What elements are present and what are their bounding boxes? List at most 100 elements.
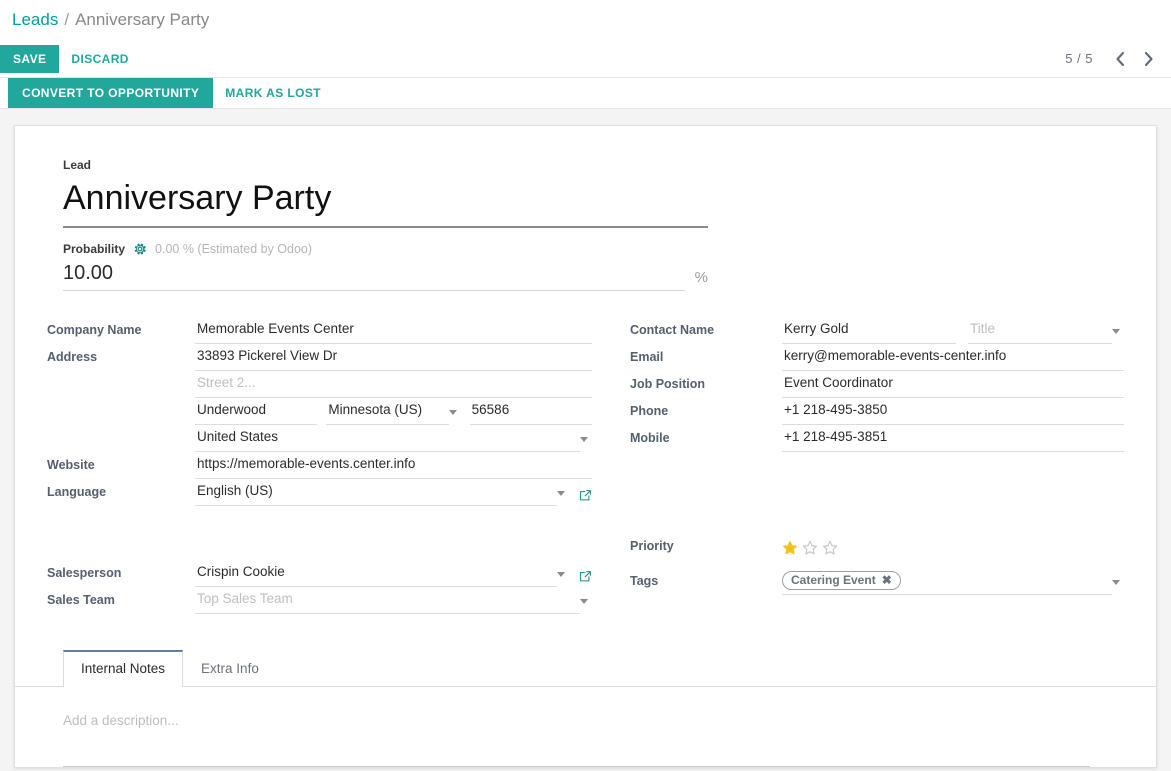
- salesperson-chevron-down-icon[interactable]: [557, 572, 565, 577]
- priority-stars[interactable]: [782, 540, 838, 560]
- field-address-street2: Street 2...: [47, 371, 592, 398]
- notebook-page-internal-notes: Add a description...: [47, 687, 1124, 767]
- sales-team-chevron-down-icon[interactable]: [580, 599, 588, 604]
- phone-label: Phone: [630, 404, 669, 418]
- notebook: Internal Notes Extra Info Add a descript…: [15, 650, 1156, 767]
- left-column-gap-2: [47, 533, 592, 560]
- city-input[interactable]: Underwood: [195, 400, 318, 425]
- form-sheet: Lead Anniversary Party Probability 0.00 …: [14, 125, 1157, 768]
- right-column-gap-2: [630, 479, 1124, 506]
- country-input[interactable]: United States: [195, 427, 580, 452]
- title-input[interactable]: Title: [968, 319, 1112, 344]
- field-tags: Tags Catering Event ✖: [630, 568, 1124, 595]
- lead-title-input[interactable]: Anniversary Party: [63, 178, 708, 228]
- company-name-input[interactable]: Memorable Events Center: [195, 319, 592, 344]
- convert-to-opportunity-button[interactable]: CONVERT TO OPPORTUNITY: [8, 78, 214, 108]
- address-label-spacer: [47, 392, 195, 398]
- zip-input[interactable]: 56586: [469, 400, 592, 425]
- priority-star-1-filled[interactable]: [782, 540, 798, 556]
- field-sales-team: Sales Team Top Sales Team: [47, 587, 592, 614]
- field-address-city-state-zip: Underwood Minnesota (US) 56586: [47, 398, 592, 425]
- control-panel: SAVE DISCARD 5 / 5: [0, 40, 1171, 78]
- breadcrumb-current: Anniversary Party: [75, 10, 210, 29]
- website-input[interactable]: https://memorable-events.center.info: [195, 454, 592, 479]
- salesperson-label: Salesperson: [47, 566, 122, 580]
- email-label: Email: [630, 350, 664, 364]
- sheet-wrapper: Lead Anniversary Party Probability 0.00 …: [0, 109, 1171, 768]
- field-phone: Phone +1 218-495-3850: [630, 398, 1124, 425]
- field-website: Website https://memorable-events.center.…: [47, 452, 592, 479]
- street-input[interactable]: 33893 Pickerel View Dr: [195, 346, 592, 371]
- right-column-gap: [630, 452, 1124, 479]
- right-column: Contact Name Kerry Gold Title Email kerr…: [630, 317, 1124, 614]
- chevron-left-icon[interactable]: [1107, 46, 1133, 72]
- discard-button[interactable]: DISCARD: [59, 45, 140, 73]
- gear-icon[interactable]: [133, 242, 147, 256]
- field-email: Email kerry@memorable-events-center.info: [630, 344, 1124, 371]
- lead-type-label: Lead: [63, 158, 92, 172]
- field-priority: Priority: [630, 533, 1124, 560]
- address-label-spacer2: [47, 419, 195, 425]
- tag-chip[interactable]: Catering Event ✖: [782, 571, 901, 590]
- probability-percent-suffix: %: [694, 269, 708, 286]
- country-chevron-down-icon[interactable]: [580, 437, 588, 442]
- priority-star-3-empty[interactable]: [822, 540, 838, 556]
- address-label: Address: [47, 350, 98, 364]
- close-icon[interactable]: ✖: [882, 573, 892, 587]
- pager: 5 / 5: [1065, 46, 1161, 72]
- breadcrumb-root-leads[interactable]: Leads: [12, 10, 58, 30]
- field-salesperson: Salesperson Crispin Cookie: [47, 560, 592, 587]
- website-label: Website: [47, 458, 95, 472]
- state-input[interactable]: Minnesota (US): [326, 400, 449, 425]
- left-column-gap: [47, 506, 592, 533]
- tags-label: Tags: [630, 574, 659, 588]
- salesperson-input[interactable]: Crispin Cookie: [195, 562, 557, 587]
- tab-internal-notes[interactable]: Internal Notes: [63, 650, 184, 687]
- right-column-gap-3: [630, 506, 1124, 533]
- description-input[interactable]: Add a description...: [63, 713, 1090, 767]
- language-external-link-icon[interactable]: [579, 489, 592, 502]
- field-company-name: Company Name Memorable Events Center: [47, 317, 592, 344]
- mobile-input[interactable]: +1 218-495-3851: [782, 427, 1124, 452]
- street2-input[interactable]: Street 2...: [195, 373, 592, 398]
- contact-name-label: Contact Name: [630, 323, 715, 337]
- language-label: Language: [47, 485, 107, 499]
- save-button[interactable]: SAVE: [0, 44, 60, 73]
- language-chevron-down-icon[interactable]: [557, 491, 565, 496]
- probability-input[interactable]: 10.00: [63, 262, 685, 291]
- priority-label: Priority: [630, 539, 674, 553]
- phone-input[interactable]: +1 218-495-3850: [782, 400, 1124, 425]
- company-name-label: Company Name: [47, 323, 142, 337]
- mark-as-lost-button[interactable]: MARK AS LOST: [213, 78, 333, 108]
- breadcrumb-bar: Leads / Anniversary Party: [0, 0, 1171, 40]
- chevron-right-icon[interactable]: [1135, 46, 1161, 72]
- breadcrumb-separator: /: [64, 10, 70, 29]
- tag-chip-label: Catering Event: [791, 573, 876, 587]
- probability-row: Probability 0.00 % (Estimated by Odoo): [63, 242, 1124, 256]
- priority-star-2-empty[interactable]: [802, 540, 818, 556]
- probability-label: Probability: [63, 242, 126, 256]
- language-input[interactable]: English (US): [195, 481, 557, 506]
- salesperson-external-link-icon[interactable]: [579, 570, 592, 583]
- sales-team-label: Sales Team: [47, 593, 115, 607]
- action-bar: CONVERT TO OPPORTUNITY MARK AS LOST: [0, 78, 1171, 109]
- field-address-country: United States: [47, 425, 592, 452]
- field-address-street: Address 33893 Pickerel View Dr: [47, 344, 592, 371]
- pager-count: 5 / 5: [1065, 51, 1093, 66]
- probability-estimate-text: 0.00 % (Estimated by Odoo): [155, 242, 313, 256]
- job-position-input[interactable]: Event Coordinator: [782, 373, 1124, 398]
- field-contact-name: Contact Name Kerry Gold Title: [630, 317, 1124, 344]
- tab-extra-info[interactable]: Extra Info: [183, 650, 277, 687]
- probability-value-row: 10.00 %: [63, 262, 708, 291]
- state-chevron-down-icon[interactable]: [448, 410, 457, 415]
- field-mobile: Mobile +1 218-495-3851: [630, 425, 1124, 452]
- email-input[interactable]: kerry@memorable-events-center.info: [782, 346, 1124, 371]
- title-chevron-down-icon[interactable]: [1112, 329, 1120, 334]
- field-language: Language English (US): [47, 479, 592, 506]
- tags-chevron-down-icon[interactable]: [1112, 580, 1120, 585]
- sales-team-input[interactable]: Top Sales Team: [195, 589, 580, 614]
- field-job-position: Job Position Event Coordinator: [630, 371, 1124, 398]
- left-column: Company Name Memorable Events Center Add…: [47, 317, 592, 614]
- tags-input[interactable]: Catering Event ✖: [782, 571, 1112, 595]
- contact-name-input[interactable]: Kerry Gold: [782, 319, 956, 344]
